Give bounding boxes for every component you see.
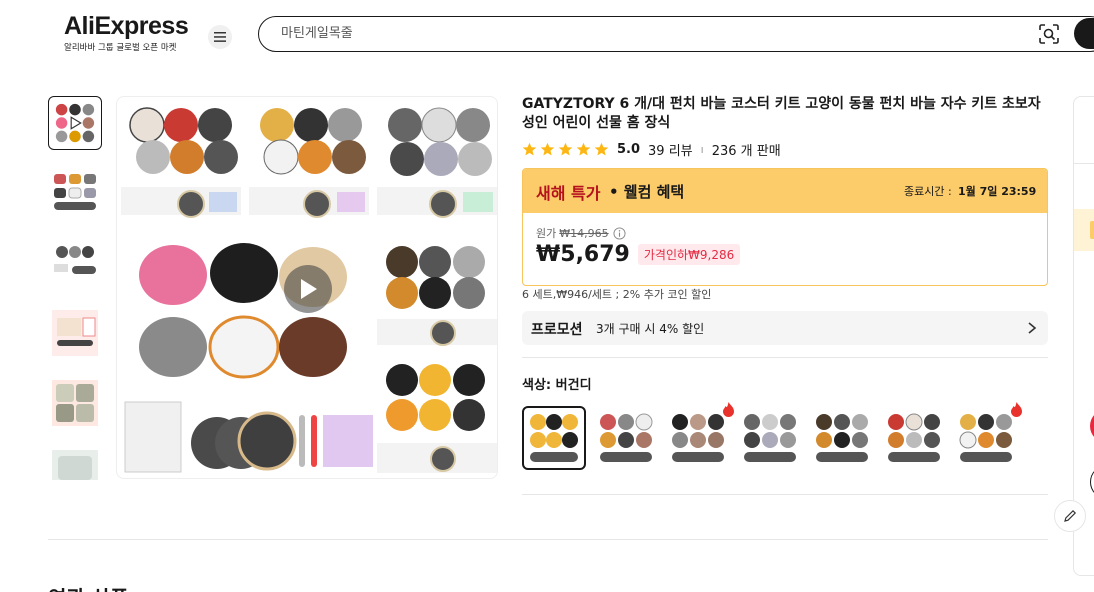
product-title: GATYZTORY 6 개/대 펀치 바늘 코스터 키트 고양이 동물 펀치 바… <box>522 96 1041 131</box>
original-price: ₩14,965 <box>559 226 609 240</box>
play-video-button[interactable] <box>284 265 332 313</box>
star-icon <box>594 142 609 155</box>
divider <box>1074 163 1094 164</box>
color-label: 색상: 버건디 <box>522 378 592 393</box>
color-swatch[interactable] <box>882 406 946 470</box>
search-bar <box>258 16 1094 52</box>
star-icon <box>522 142 537 155</box>
divider <box>522 494 1048 495</box>
review-count-link[interactable]: 39 리뷰 <box>648 140 693 159</box>
buy-now-button[interactable] <box>1090 409 1094 443</box>
deal-header: 새해 특가 • 웰컴 혜택 종료시간 : 1월 7일 23:59 <box>523 169 1047 213</box>
thumbnail-image <box>54 246 96 274</box>
thumbnail[interactable] <box>48 236 102 290</box>
search-button[interactable] <box>1074 18 1094 49</box>
cat-faces-top-right <box>388 107 492 176</box>
swatch-image <box>744 414 796 462</box>
thumbnail-video[interactable] <box>48 96 102 150</box>
hot-fire-icon <box>1011 402 1022 417</box>
hot-fire-icon <box>723 402 734 417</box>
color-swatch[interactable] <box>594 406 658 470</box>
divider <box>522 357 1048 358</box>
color-swatch[interactable] <box>954 406 1018 470</box>
deal-box: 새해 특가 • 웰컴 혜택 종료시간 : 1월 7일 23:59 원가 ₩14,… <box>522 168 1048 286</box>
logo-wordmark: AliExpress <box>64 12 189 40</box>
thumbnail-image <box>52 450 98 480</box>
welcome-benefit-label: • 웰컴 혜택 <box>609 183 685 201</box>
color-swatch[interactable] <box>810 406 874 470</box>
edit-floating-button[interactable] <box>1054 500 1086 532</box>
swatch-image <box>816 414 868 462</box>
color-swatch[interactable] <box>666 406 730 470</box>
add-to-cart-button[interactable] <box>1090 465 1094 499</box>
star-rating <box>522 142 609 157</box>
logo-subtitle: 알리바바 그룹 글로벌 오픈 마켓 <box>64 43 177 53</box>
discount-badge: 가격인하₩9,286 <box>637 244 741 265</box>
thumbnail[interactable] <box>48 306 102 360</box>
header: AliExpress 알리바바 그룹 글로벌 오픈 마켓 <box>0 0 1094 70</box>
hamburger-icon <box>214 32 226 42</box>
swatch-image <box>530 414 578 462</box>
original-price-row: 원가 ₩14,965 <box>536 225 626 241</box>
related-products-heading: 연관 상품 <box>48 582 129 592</box>
color-swatch[interactable] <box>522 406 586 470</box>
sidebar-promo-strip <box>1074 209 1094 251</box>
end-time-value: 1월 7일 23:59 <box>958 185 1037 198</box>
star-icon <box>576 142 591 155</box>
search-input[interactable] <box>281 17 1021 50</box>
thumbnail-image <box>54 174 96 210</box>
end-time-label: 종료시간 : <box>904 185 952 198</box>
thumbnail-list <box>48 96 104 480</box>
kit-strips-top <box>121 187 497 218</box>
pencil-icon <box>1064 509 1077 522</box>
thumbnail-image <box>55 103 95 143</box>
separator: ı <box>700 142 704 156</box>
thumbnail[interactable] <box>48 376 102 430</box>
aliexpress-logo[interactable]: AliExpress 알리바바 그룹 글로벌 오픈 마켓 <box>64 12 194 53</box>
thumbnail-image <box>52 310 98 356</box>
swatch-image <box>959 414 1012 462</box>
new-year-sale-label: 새해 특가 <box>536 184 601 203</box>
cat-faces-right-column <box>377 246 497 473</box>
original-price-label: 원가 <box>536 227 557 240</box>
coin-discount-note: 6 세트,₩946/세트 ; 2% 추가 코인 할인 <box>522 288 712 301</box>
price-row: ₩5,679 가격인하₩9,286 <box>536 242 741 267</box>
promotion-label: 프로모션 <box>531 322 583 338</box>
play-icon <box>301 279 317 299</box>
star-icon <box>540 142 555 155</box>
color-swatch[interactable] <box>738 406 802 470</box>
thumbnail-image <box>52 380 98 426</box>
swatch-image <box>600 413 653 462</box>
rating-score: 5.0 <box>617 141 641 157</box>
sold-count: 236 개 판매 <box>711 143 781 159</box>
swatch-image <box>888 413 940 462</box>
menu-button[interactable] <box>208 25 232 49</box>
swatch-image <box>672 414 724 462</box>
cat-faces-top-middle <box>260 108 366 175</box>
cat-faces-top-left <box>129 107 238 174</box>
info-icon[interactable] <box>613 226 626 240</box>
kit-bottom <box>124 401 373 473</box>
rating-row: 5.0 39 리뷰 ı 236 개 판매 <box>522 140 781 159</box>
main-product-image[interactable] <box>116 96 498 479</box>
promotion-text: 3개 구매 시 4% 할인 <box>596 322 705 336</box>
thumbnail[interactable] <box>48 166 102 220</box>
chevron-right-icon <box>1028 322 1037 334</box>
thumbnail[interactable] <box>48 446 102 480</box>
star-icon <box>558 142 573 155</box>
image-search-icon[interactable] <box>1039 24 1059 44</box>
color-swatches <box>522 402 1048 470</box>
divider <box>48 539 1048 540</box>
current-price: ₩5,679 <box>536 242 630 267</box>
promotion-bar[interactable]: 프로모션 3개 구매 시 4% 할인 <box>522 311 1048 345</box>
